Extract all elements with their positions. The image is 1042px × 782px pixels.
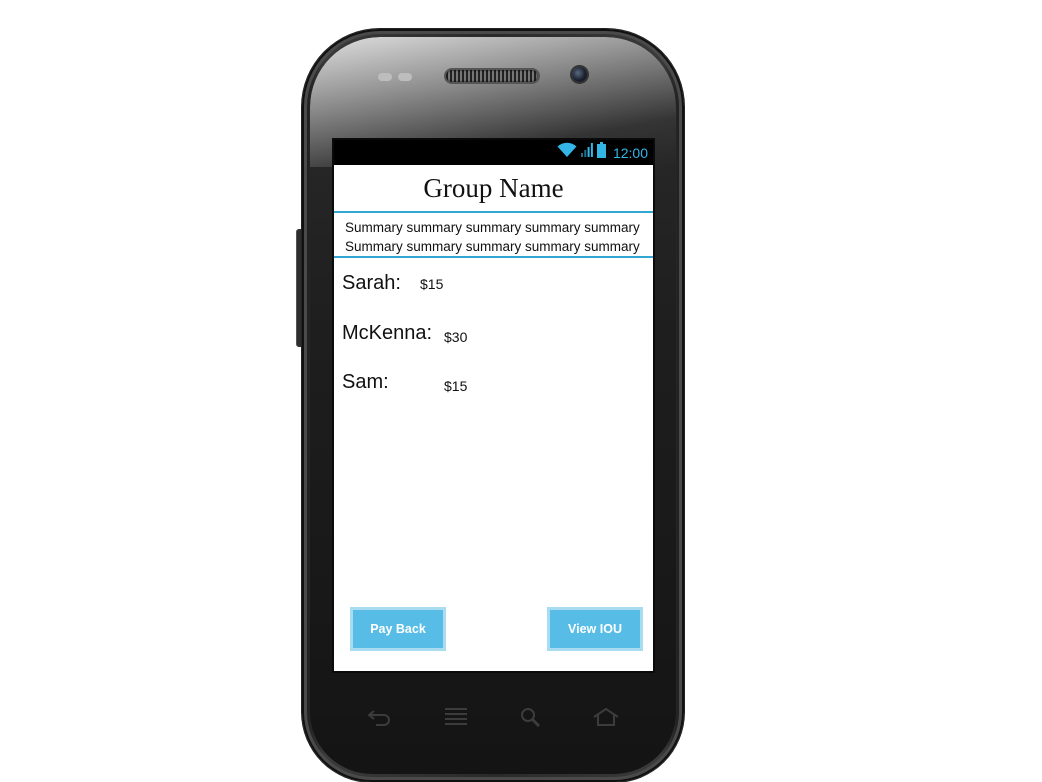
- summary-line: Summary summary summary summary summary: [345, 239, 640, 254]
- pay-back-button[interactable]: Pay Back: [350, 607, 446, 651]
- page-title: Group Name: [423, 173, 564, 203]
- back-icon[interactable]: [364, 702, 394, 732]
- battery-icon: [596, 142, 606, 163]
- signal-icon: [580, 142, 593, 163]
- member-amount-sam: $15: [444, 378, 468, 394]
- phone-screen: 12:00 Group Name Summary summary summary…: [334, 140, 653, 671]
- status-icons: 12:00: [557, 142, 648, 163]
- status-time: 12:00: [612, 144, 648, 161]
- summary-line: Summary summary summary summary summary: [345, 220, 640, 235]
- proximity-sensor: [378, 73, 392, 81]
- status-bar: 12:00: [334, 140, 653, 165]
- member-amount-sarah: $15: [420, 276, 444, 292]
- canvas: 12:00 Group Name Summary summary summary…: [0, 0, 1042, 782]
- view-iou-button[interactable]: View IOU: [547, 607, 643, 651]
- wifi-icon: [557, 142, 577, 163]
- member-amount-mckenna: $30: [444, 329, 468, 345]
- home-icon[interactable]: [591, 702, 621, 732]
- group-summary: Summary summary summary summary summary …: [334, 211, 653, 258]
- search-icon[interactable]: [516, 702, 546, 732]
- earpiece-speaker: [446, 70, 538, 82]
- light-sensor: [398, 73, 412, 81]
- front-camera: [572, 67, 587, 82]
- member-name-sam: Sam:: [342, 371, 389, 393]
- member-name-sarah: Sarah:: [342, 272, 401, 294]
- menu-icon[interactable]: [441, 702, 471, 732]
- member-name-mckenna: McKenna:: [342, 322, 433, 344]
